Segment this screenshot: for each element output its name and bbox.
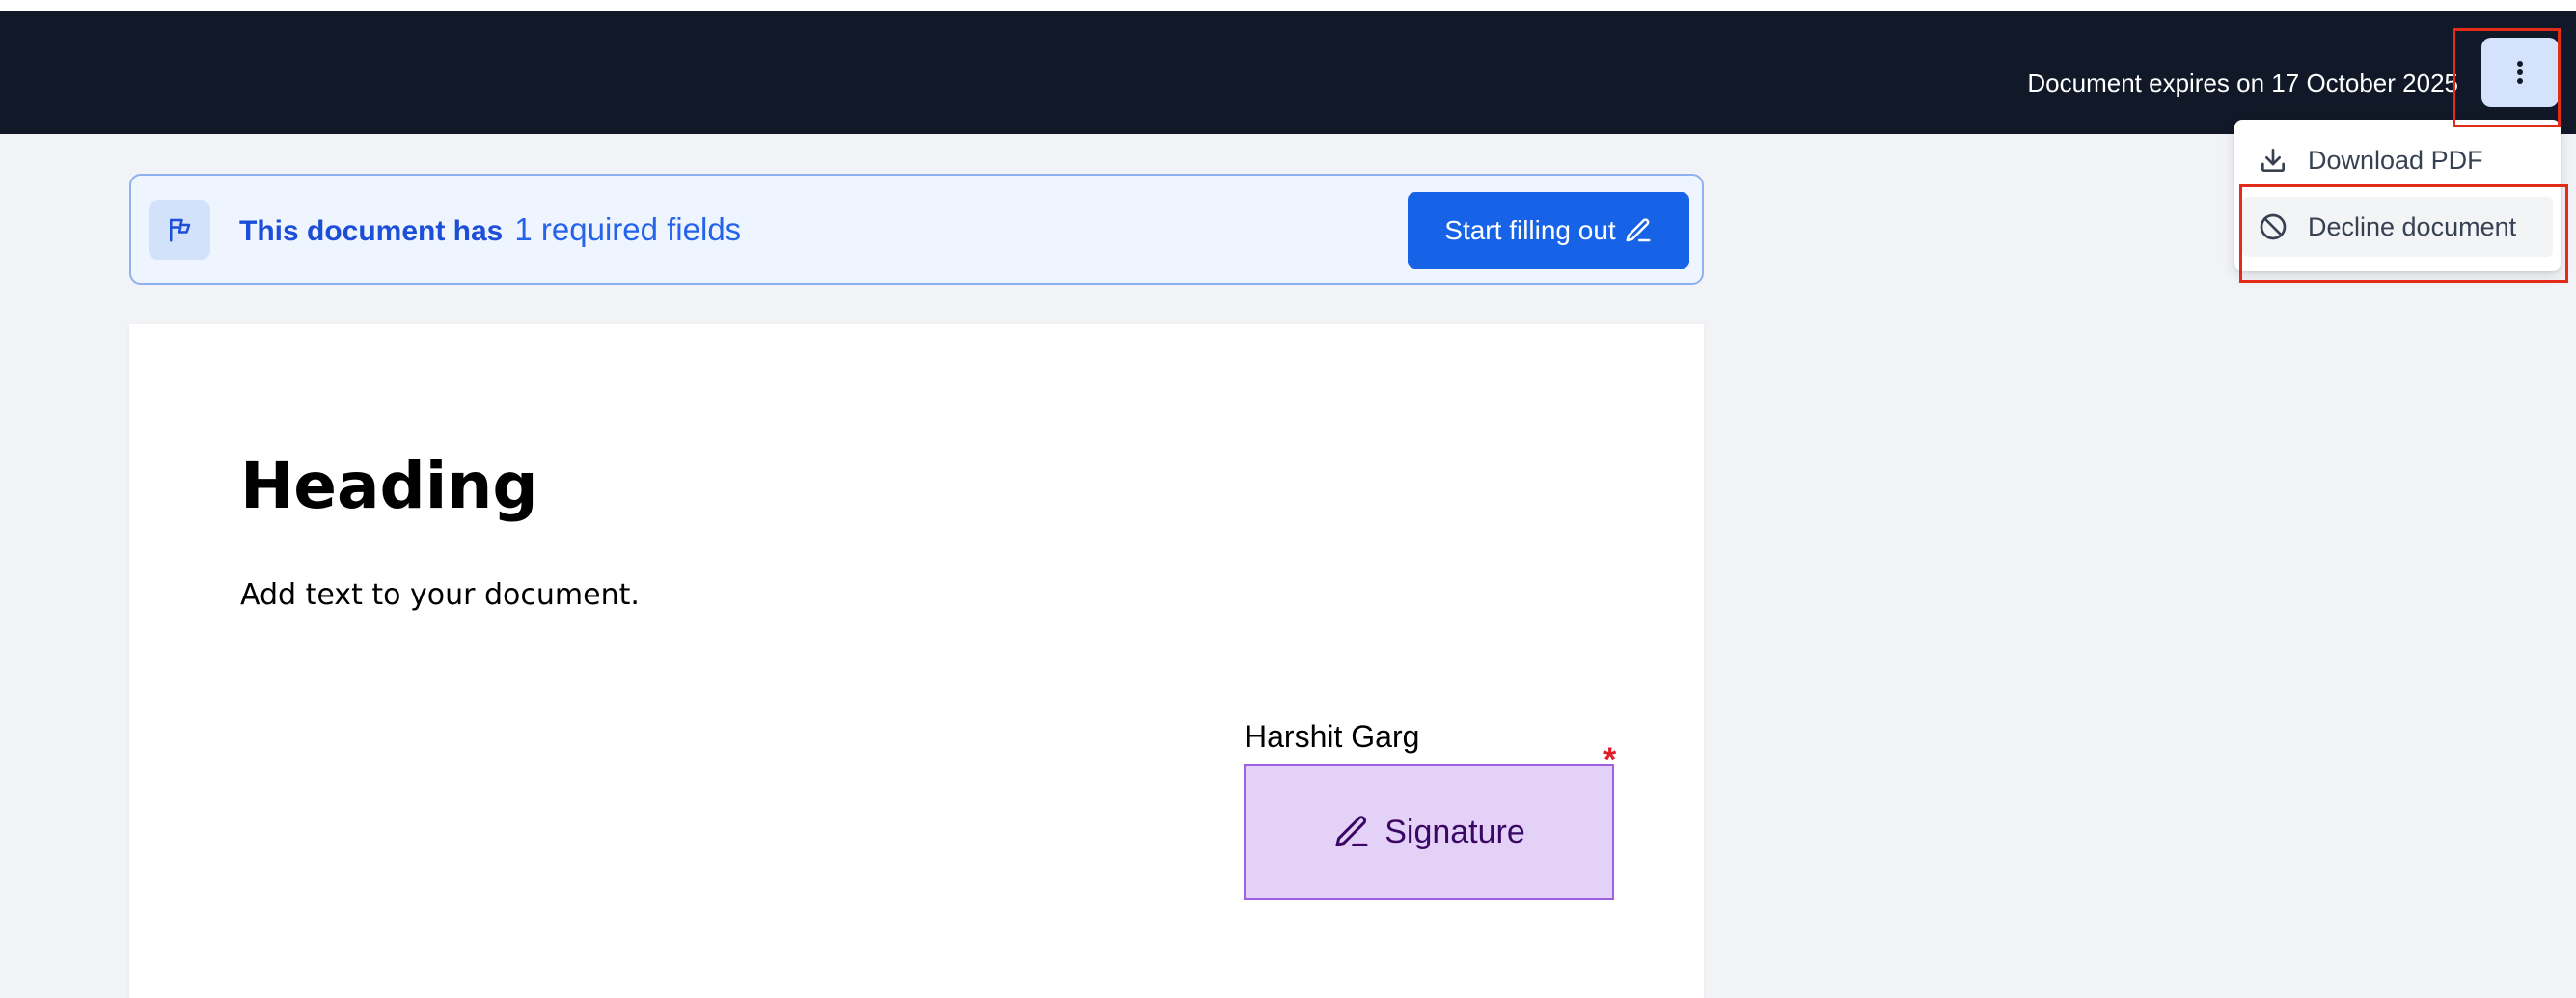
signer-name: Harshit Garg bbox=[1245, 719, 1420, 754]
required-count-text: 1 required fields bbox=[514, 211, 742, 247]
signature-field[interactable]: Signature bbox=[1244, 764, 1614, 900]
banner-lead-text: This document has bbox=[239, 215, 504, 247]
pen-icon bbox=[1335, 816, 1368, 846]
top-bar: Document expires on 17 October 2025 bbox=[0, 11, 2576, 134]
document-body-text: Add text to your document. bbox=[240, 578, 640, 612]
decline-document-menu-item[interactable]: Decline document bbox=[2242, 197, 2553, 257]
top-strip bbox=[0, 0, 2576, 11]
start-filling-button[interactable]: Start filling out bbox=[1408, 192, 1689, 269]
options-dropdown: Download PDF Decline document bbox=[2234, 120, 2561, 271]
document-heading: Heading bbox=[240, 449, 538, 523]
pen-icon bbox=[1626, 218, 1651, 242]
download-pdf-label: Download PDF bbox=[2308, 145, 2483, 175]
expiry-text: Document expires on 17 October 2025 bbox=[2027, 69, 2458, 97]
download-pdf-menu-item[interactable]: Download PDF bbox=[2242, 130, 2553, 190]
document-page: Heading Add text to your document. Harsh… bbox=[129, 324, 1704, 998]
banner-message: This document has 1 required fields bbox=[239, 211, 741, 250]
required-fields-banner: This document has 1 required fields Start… bbox=[129, 174, 1704, 285]
required-indicator: * bbox=[1603, 741, 1617, 778]
download-icon bbox=[2256, 143, 2290, 178]
start-filling-label: Start filling out bbox=[1444, 215, 1616, 245]
ban-icon bbox=[2256, 209, 2290, 244]
more-options-button[interactable] bbox=[2481, 38, 2559, 107]
decline-document-label: Decline document bbox=[2308, 211, 2517, 241]
signature-label: Signature bbox=[1384, 813, 1525, 850]
vertical-ellipsis-icon bbox=[2517, 61, 2523, 84]
flag-icon bbox=[149, 200, 210, 260]
